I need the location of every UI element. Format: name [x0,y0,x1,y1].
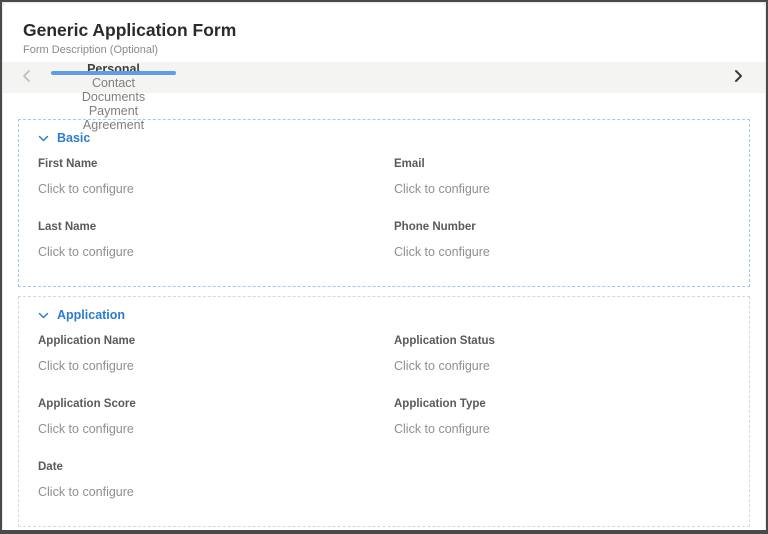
field-placeholder: Click to configure [394,245,490,259]
field-application-status[interactable]: Application Status Click to configure [394,335,730,374]
field-placeholder: Click to configure [38,182,134,196]
chevron-right-icon [734,69,743,86]
field-label: Application Type [394,398,486,410]
field-application-name[interactable]: Application Name Click to configure [38,335,374,374]
field-application-type[interactable]: Application Type Click to configure [394,398,730,437]
tab-payment[interactable]: Payment [49,104,178,118]
tab-list: Personal Contact Documents Payment Agreement [49,62,178,132]
tab-label: Agreement [82,118,145,132]
field-placeholder: Click to configure [394,182,490,196]
field-label: Application Status [394,335,495,347]
tab-label: Personal [87,62,140,76]
chevron-down-icon [38,133,49,144]
tab-documents[interactable]: Documents [49,90,178,104]
field-email[interactable]: Email Click to configure [394,158,730,197]
chevron-down-icon [38,310,49,321]
field-label: Phone Number [394,221,476,233]
section-application[interactable]: Application Application Name Click to conf… [18,296,750,527]
field-application-score[interactable]: Application Score Click to configure [38,398,374,437]
form-designer-card: Generic Application Form Form Descriptio… [3,3,765,530]
chevron-left-icon [22,69,31,86]
tab-label: Contact [91,76,136,90]
tabs-scroll-left-button[interactable] [3,62,49,93]
field-label: Email [394,158,425,170]
field-label: Date [38,461,63,473]
field-placeholder: Click to configure [394,422,490,436]
field-first-name[interactable]: First Name Click to configure [38,158,374,197]
tab-label: Payment [88,104,139,118]
section-fields: First Name Click to configure Email Click t… [38,147,730,284]
section-title: Basic [57,131,91,145]
field-label: Application Name [38,335,136,347]
field-label: First Name [38,158,98,170]
field-last-name[interactable]: Last Name Click to configure [38,221,374,260]
tab-contact[interactable]: Contact [49,76,178,90]
section-fields: Application Name Click to configure Applic… [38,324,730,524]
field-label: Application Score [38,398,136,410]
field-placeholder: Click to configure [38,245,134,259]
section-title: Application [57,308,126,322]
field-placeholder: Click to configure [394,359,490,373]
field-placeholder: Click to configure [38,359,134,373]
tab-bar: Personal Contact Documents Payment Agreement [3,62,765,132]
window-frame: Generic Application Form Form Descriptio… [0,0,768,534]
form-header: Generic Application Form Form Descriptio… [3,3,765,62]
form-title[interactable]: Generic Application Form [23,18,745,42]
tab-agreement[interactable]: Agreement [49,118,178,132]
section-basic[interactable]: Basic First Name Click to configure Email Cl… [18,119,750,287]
section-header-application[interactable]: Application [38,305,730,324]
tab-personal[interactable]: Personal [49,62,178,76]
field-placeholder: Click to configure [38,485,134,499]
form-canvas: Basic First Name Click to configure Email Cl… [3,93,765,527]
tab-label: Documents [81,90,146,104]
field-date[interactable]: Date Click to configure [38,461,374,500]
field-label: Last Name [38,221,97,233]
tabs-scroll-right-button[interactable] [711,62,765,93]
field-phone-number[interactable]: Phone Number Click to configure [394,221,730,260]
field-placeholder: Click to configure [38,422,134,436]
form-description[interactable]: Form Description (Optional) [23,43,745,57]
